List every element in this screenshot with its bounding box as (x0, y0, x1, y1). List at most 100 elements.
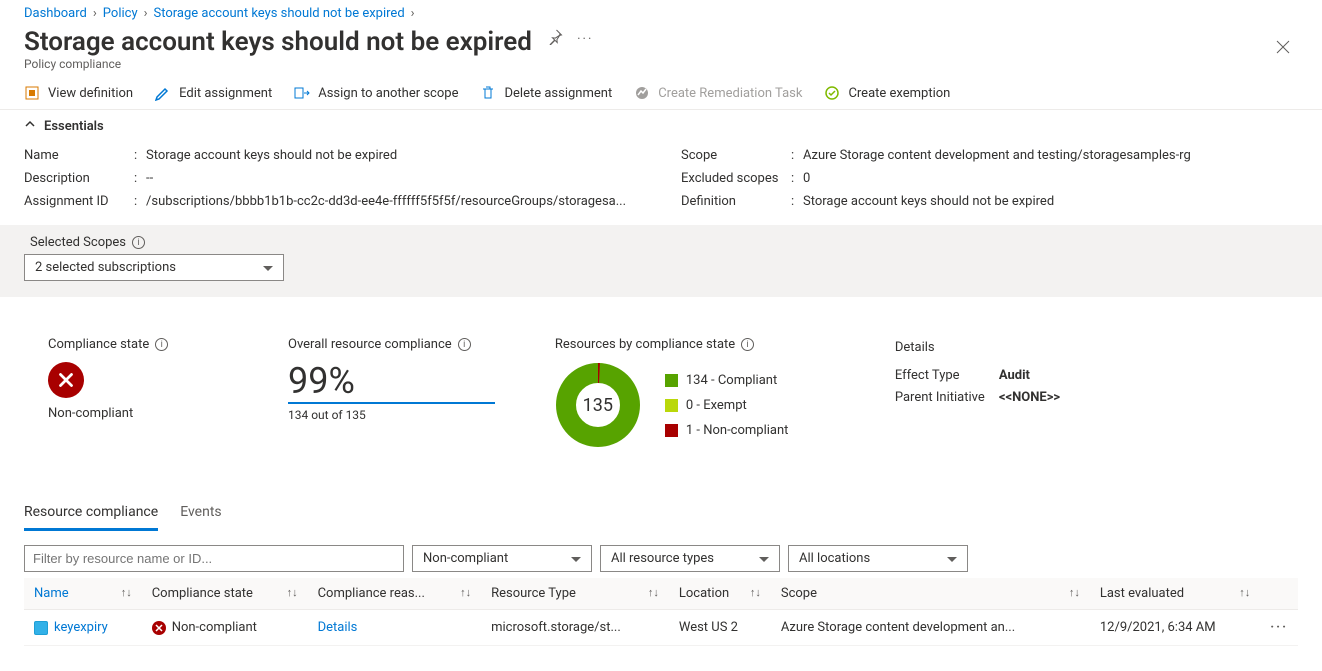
legend-item: 134 - Compliant (665, 373, 789, 388)
info-icon[interactable]: i (458, 338, 471, 351)
col-scope[interactable]: Scope↑↓ (771, 578, 1090, 610)
chevron-up-icon (24, 118, 36, 134)
resource-type-filter[interactable]: All resource types (600, 545, 780, 572)
breadcrumb-link[interactable]: Policy (103, 6, 138, 21)
kv-label: Description (24, 171, 134, 186)
compliance-state-text: Non-compliant (172, 620, 257, 635)
kv-label: Name (24, 148, 134, 163)
donut-chart: 135 (555, 362, 641, 448)
table-row[interactable]: keyexpiry Non-compliant Details microsof… (24, 610, 1298, 646)
delete-assignment-button[interactable]: Delete assignment (480, 85, 612, 101)
definition-icon (24, 85, 40, 101)
swatch-icon (665, 374, 678, 387)
breadcrumb: Dashboard › Policy › Storage account key… (0, 0, 1322, 23)
legend-item: 1 - Non-compliant (665, 423, 789, 438)
kv-value: 0 (803, 171, 1298, 186)
resource-name-link[interactable]: keyexpiry (54, 620, 108, 635)
overall-compliance-card: Overall resource compliance i 99% 134 ou… (288, 337, 495, 422)
card-title: Resources by compliance state (555, 337, 735, 352)
compliance-state-card: Compliance state i Non-compliant (48, 337, 228, 421)
location-filter[interactable]: All locations (788, 545, 968, 572)
scope-cell: Azure Storage content development an... (771, 610, 1090, 646)
tab-resource-compliance[interactable]: Resource compliance (24, 498, 158, 531)
card-title: Compliance state (48, 337, 149, 352)
card-title: Details (895, 337, 1075, 359)
col-last-evaluated[interactable]: Last evaluated↑↓ (1090, 578, 1260, 610)
toolbar-label: Delete assignment (504, 86, 612, 101)
breadcrumb-link[interactable]: Dashboard (24, 6, 87, 21)
view-definition-button[interactable]: View definition (24, 85, 133, 101)
non-compliant-icon (152, 621, 166, 635)
kv-value: /subscriptions/bbbb1b1b-cc2c-dd3d-ee4e-f… (146, 194, 641, 209)
col-location[interactable]: Location↑↓ (669, 578, 771, 610)
info-icon[interactable]: i (741, 338, 754, 351)
close-button[interactable] (1268, 23, 1298, 75)
detail-value: <<NONE>> (999, 390, 1060, 405)
location-cell: West US 2 (669, 610, 771, 646)
page-title: Storage account keys should not be expir… (24, 27, 532, 57)
filter-text: All resource types (611, 551, 714, 566)
kv-label: Definition (681, 194, 791, 209)
legend-item: 0 - Exempt (665, 398, 789, 413)
toolbar: View definition Edit assignment Assign t… (0, 75, 1322, 110)
edit-assignment-button[interactable]: Edit assignment (155, 85, 272, 101)
detail-label: Parent Initiative (895, 387, 999, 409)
remediation-icon (634, 85, 650, 101)
compliance-state-text: Non-compliant (48, 406, 228, 421)
scopes-select[interactable]: 2 selected subscriptions (24, 254, 284, 281)
resource-table: Name↑↓ Compliance state↑↓ Compliance rea… (24, 578, 1298, 646)
resource-type-cell: microsoft.storage/st... (481, 610, 669, 646)
chevron-right-icon: › (411, 6, 415, 21)
col-compliance-state[interactable]: Compliance state↑↓ (142, 578, 308, 610)
chevron-down-icon (263, 260, 273, 275)
toolbar-label: Edit assignment (179, 86, 272, 101)
kv-value: Azure Storage content development and te… (803, 148, 1298, 163)
filter-input[interactable] (24, 545, 404, 572)
kv-label: Excluded scopes (681, 171, 791, 186)
essentials-toggle[interactable]: Essentials (0, 110, 1322, 142)
scopes-label: Selected Scopes (30, 235, 126, 250)
page-subtitle: Policy compliance (24, 57, 593, 71)
last-evaluated-cell: 12/9/2021, 6:34 AM (1090, 610, 1260, 646)
by-state-card: Resources by compliance state i 135 134 … (555, 337, 835, 448)
overall-percent: 99% (288, 362, 495, 404)
pin-icon[interactable] (547, 29, 563, 49)
tabs: Resource compliance Events (0, 468, 1322, 531)
essentials-label: Essentials (44, 119, 104, 134)
kv-label: Assignment ID (24, 194, 134, 209)
toolbar-label: View definition (48, 86, 133, 101)
kv-label: Scope (681, 148, 791, 163)
assign-scope-button[interactable]: Assign to another scope (294, 85, 458, 101)
toolbar-label: Assign to another scope (318, 86, 458, 101)
filter-text: All locations (799, 551, 870, 566)
trash-icon (480, 85, 496, 101)
row-menu-button[interactable]: ··· (1260, 610, 1298, 646)
more-icon[interactable]: ··· (577, 32, 593, 47)
card-title: Overall resource compliance (288, 337, 452, 352)
swatch-icon (665, 399, 678, 412)
tab-events[interactable]: Events (180, 498, 221, 531)
non-compliant-icon (48, 362, 84, 398)
col-compliance-reason[interactable]: Compliance reas...↑↓ (308, 578, 482, 610)
donut-total: 135 (555, 362, 641, 448)
storage-icon (34, 621, 48, 635)
kv-value: Storage account keys should not be expir… (146, 148, 641, 163)
col-name[interactable]: Name↑↓ (24, 578, 142, 610)
kv-value: Storage account keys should not be expir… (803, 194, 1298, 209)
create-exemption-button[interactable]: Create exemption (824, 85, 950, 101)
details-link[interactable]: Details (318, 620, 358, 635)
exemption-icon (824, 85, 840, 101)
info-icon[interactable]: i (155, 338, 168, 351)
compliance-filter[interactable]: Non-compliant (412, 545, 592, 572)
scopes-selected-text: 2 selected subscriptions (35, 260, 176, 275)
breadcrumb-link[interactable]: Storage account keys should not be expir… (154, 6, 405, 21)
overall-sub: 134 out of 135 (288, 408, 495, 422)
chevron-down-icon (947, 551, 957, 566)
swatch-icon (665, 424, 678, 437)
kv-value: -- (146, 171, 641, 186)
details-card: Details Effect TypeAudit Parent Initiati… (895, 337, 1075, 409)
info-icon[interactable]: i (132, 236, 145, 249)
col-resource-type[interactable]: Resource Type↑↓ (481, 578, 669, 610)
pencil-icon (155, 85, 171, 101)
chevron-right-icon: › (144, 6, 148, 21)
